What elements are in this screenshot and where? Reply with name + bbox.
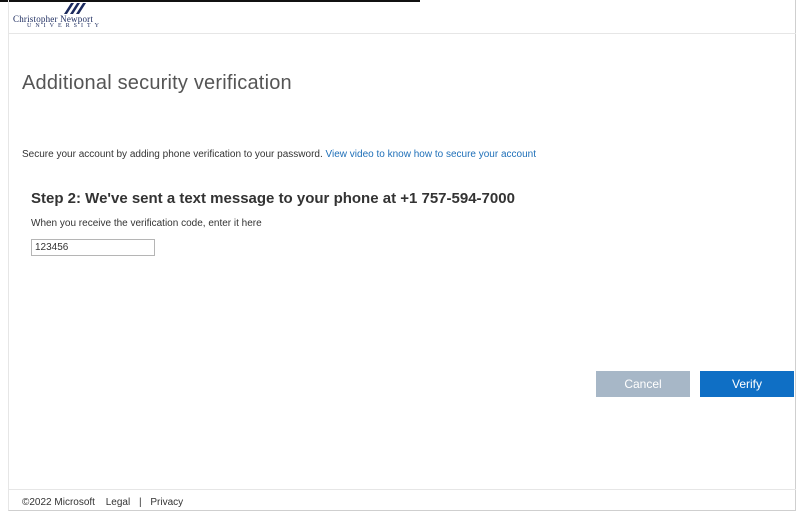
cancel-button[interactable]: Cancel xyxy=(596,371,690,397)
code-instruction: When you receive the verification code, … xyxy=(31,218,262,229)
verification-code-input[interactable] xyxy=(31,239,155,256)
verify-button[interactable]: Verify xyxy=(700,371,794,397)
logo-text-secondary: UNIVERSITY xyxy=(27,23,103,29)
intro-text: Secure your account by adding phone veri… xyxy=(22,149,536,160)
university-logo: Christopher Newport UNIVERSITY xyxy=(13,3,153,31)
video-help-link[interactable]: View video to know how to secure your ac… xyxy=(326,149,537,160)
footer-separator: | xyxy=(139,497,142,508)
header: Christopher Newport UNIVERSITY xyxy=(8,0,796,34)
intro-text-body: Secure your account by adding phone veri… xyxy=(22,149,323,160)
footer-divider xyxy=(8,489,796,490)
footer: ©2022 Microsoft Legal | Privacy xyxy=(22,497,183,508)
logo-mark-icon xyxy=(64,3,86,14)
privacy-link[interactable]: Privacy xyxy=(150,497,183,508)
copyright-text: ©2022 Microsoft xyxy=(22,497,95,508)
legal-link[interactable]: Legal xyxy=(106,497,130,508)
page-title: Additional security verification xyxy=(22,72,292,94)
step-heading: Step 2: We've sent a text message to you… xyxy=(31,190,515,207)
